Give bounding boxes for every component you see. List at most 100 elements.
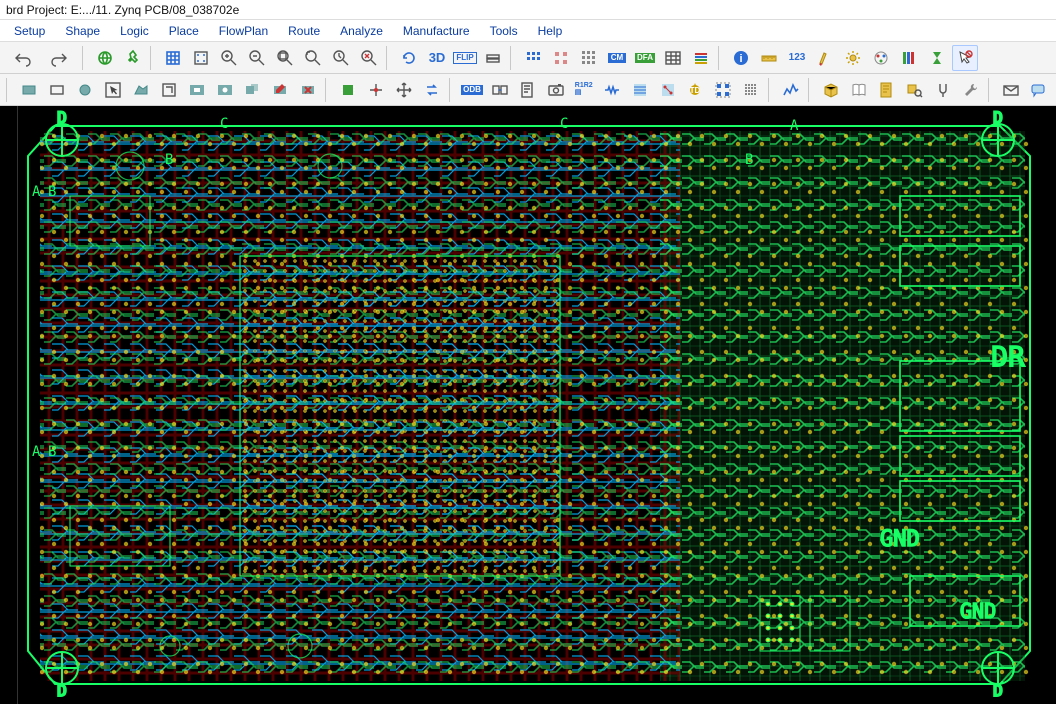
svg-text:D: D [993,681,1003,700]
flip-icon[interactable]: FLIP [452,45,478,71]
find-comp-icon[interactable] [902,77,928,103]
redo-button[interactable] [42,45,78,71]
array-2-icon[interactable] [548,45,574,71]
svg-text:GND: GND [880,527,920,552]
teardrop-icon[interactable]: TD [683,77,709,103]
menu-analyze[interactable]: Analyze [330,22,393,40]
constraint-mgr-icon[interactable]: CM [604,45,630,71]
grid-toolbar-icon[interactable] [160,45,186,71]
snapshot-camera-icon[interactable] [543,77,569,103]
array-1-icon[interactable] [520,45,546,71]
svg-text:D: D [993,108,1003,127]
swap-icon[interactable] [419,77,445,103]
report-icon[interactable] [874,77,900,103]
menu-help[interactable]: Help [528,22,573,40]
svg-text:A: A [32,184,41,200]
svg-text:B: B [48,444,56,460]
view-3d-icon[interactable]: 3D [424,45,450,71]
dfa-icon[interactable]: DFA [632,45,658,71]
svg-text:C: C [560,116,568,132]
diffpair-icon[interactable]: R1R2▤ [571,77,597,103]
menu-shape[interactable]: Shape [55,22,110,40]
tune-fork-icon[interactable] [930,77,956,103]
xsection-icon[interactable] [688,45,714,71]
flip-icon-label: FLIP [453,52,476,64]
shape-merge-icon[interactable] [239,77,265,103]
zoom-in-icon[interactable] [216,45,242,71]
shape-delete-icon[interactable] [295,77,321,103]
rect-fill-icon[interactable] [16,77,42,103]
select-by-cursor-icon[interactable] [952,45,978,71]
length-tune-icon[interactable] [599,77,625,103]
export-mail-icon[interactable] [998,77,1024,103]
layer-prev-icon[interactable] [480,45,506,71]
array-3-icon[interactable] [576,45,602,71]
poly-fill-icon[interactable] [128,77,154,103]
grid-dot-icon[interactable] [188,45,214,71]
void-rect-icon[interactable] [184,77,210,103]
undo-button[interactable] [4,45,40,71]
dimension-icon[interactable]: 123 [784,45,810,71]
svg-text:C: C [220,116,228,132]
zoom-selection-icon[interactable] [356,45,382,71]
zoom-fit-icon[interactable] [272,45,298,71]
svg-text:DR: DR [991,340,1025,373]
cross-probe-icon[interactable] [487,77,513,103]
svg-text:A: A [790,118,799,134]
void-circ-icon[interactable] [212,77,238,103]
pcb-canvas[interactable]: D D D D A B A B B C C B A DR [0,106,1056,704]
menu-tools[interactable]: Tools [480,22,528,40]
place-component-icon[interactable] [335,77,361,103]
globe-icon[interactable] [92,45,118,71]
color-palette-icon[interactable] [868,45,894,71]
layer-stack-icon[interactable] [896,45,922,71]
svg-text:A: A [32,444,41,460]
svg-text:B: B [165,152,173,168]
matrix-small-icon[interactable] [738,77,764,103]
menubar: Setup Shape Logic Place FlowPlan Route A… [0,20,1056,42]
menu-flowplan[interactable]: FlowPlan [209,22,278,40]
zoom-previous-icon[interactable] [328,45,354,71]
svg-text:B: B [745,152,753,168]
pin-icon[interactable] [120,45,146,71]
drc-spreadsheet-icon[interactable] [660,45,686,71]
rect-outline-icon[interactable] [44,77,70,103]
wrench-tools-icon[interactable] [958,77,984,103]
place-manual-icon[interactable] [363,77,389,103]
info-icon[interactable]: i [728,45,754,71]
line-shape-icon[interactable] [156,77,182,103]
toolbar-1: 3D FLIP CM DFA i 123 [0,42,1056,74]
svg-text:D: D [57,108,67,127]
pcb-view-svg: D D D D A B A B B C C B A DR [0,106,1056,704]
script-icon[interactable] [515,77,541,103]
move-icon[interactable] [391,77,417,103]
vertical-ruler [0,106,18,704]
group-icon[interactable] [710,77,736,103]
menu-setup[interactable]: Setup [4,22,55,40]
signal-graph-icon[interactable] [778,77,804,103]
svg-text:TD: TD [690,86,701,95]
netsched-icon[interactable] [655,77,681,103]
menu-place[interactable]: Place [159,22,209,40]
highlight-icon[interactable] [812,45,838,71]
3d-icon-label: 3D [429,51,446,64]
menu-route[interactable]: Route [278,22,330,40]
zoom-out-icon[interactable] [244,45,270,71]
library-book-icon[interactable] [846,77,872,103]
odb-icon[interactable]: ODB [459,77,485,103]
select-arrow-icon[interactable] [100,77,126,103]
bundle-icon[interactable] [627,77,653,103]
menu-manufacture[interactable]: Manufacture [393,22,480,40]
svg-text:GND: GND [960,599,996,623]
zoom-window-icon[interactable] [300,45,326,71]
messages-icon[interactable] [1026,77,1052,103]
package-box-icon[interactable] [818,77,844,103]
shape-edit-icon[interactable] [267,77,293,103]
rotate-icon[interactable] [396,45,422,71]
measure-icon[interactable] [756,45,782,71]
visibility-sun-icon[interactable] [840,45,866,71]
menu-logic[interactable]: Logic [110,22,159,40]
hourglass-icon[interactable] [924,45,950,71]
circle-fill-icon[interactable] [72,77,98,103]
svg-text:i: i [739,53,742,65]
